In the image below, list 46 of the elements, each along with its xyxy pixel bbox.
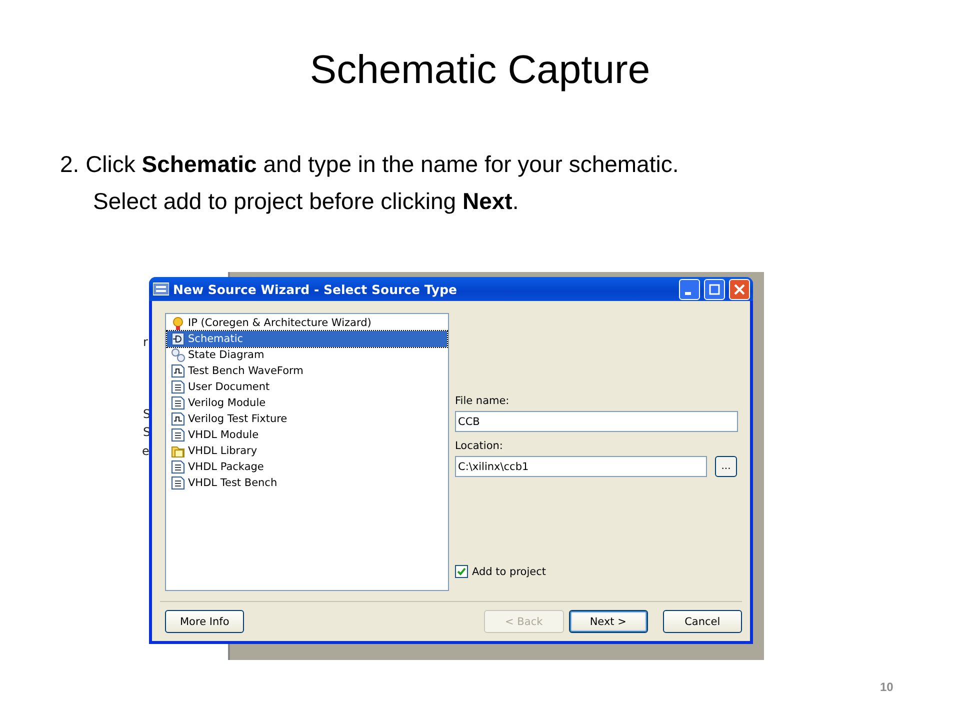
maximize-icon xyxy=(708,282,721,296)
close-icon xyxy=(733,282,746,296)
dialog-button[interactable]: Next > xyxy=(568,610,648,634)
list-item[interactable]: User Document xyxy=(167,379,447,396)
list-item[interactable]: VHDL Package xyxy=(167,459,447,476)
item-icon xyxy=(171,396,185,410)
field-label: File name: xyxy=(455,395,510,408)
item-icon xyxy=(171,428,185,442)
item-icon xyxy=(171,380,185,394)
item-icon xyxy=(171,316,185,330)
dialog-button[interactable]: Cancel xyxy=(662,610,742,634)
input-field[interactable]: CCB xyxy=(455,411,738,432)
item-icon xyxy=(171,348,185,362)
list-item[interactable]: VHDL Test Bench xyxy=(167,475,447,492)
text-fragment: r xyxy=(143,335,148,349)
minimize-button[interactable] xyxy=(679,278,700,300)
field-label: Location: xyxy=(455,440,504,452)
item-icon xyxy=(171,332,185,346)
instruction-text: 2. Click Schematic and type in the name for your schematic. xyxy=(60,150,680,179)
list-item[interactable]: VHDL Library xyxy=(167,443,447,460)
text-fragment: e xyxy=(142,444,150,458)
item-icon xyxy=(171,476,185,490)
item-icon xyxy=(171,412,185,426)
close-button[interactable] xyxy=(729,278,750,300)
list-item[interactable]: IP (Coregen & Architecture Wizard) xyxy=(167,315,447,332)
instruction-text: Select add to project before clicking Next. xyxy=(92,187,520,216)
minimize-icon xyxy=(684,292,690,295)
item-icon xyxy=(171,364,185,378)
list-item[interactable]: Verilog Test Fixture xyxy=(167,411,447,428)
slide-title: Schematic Capture xyxy=(308,47,652,94)
list-item[interactable]: State Diagram xyxy=(167,347,447,364)
list-item[interactable]: Test Bench WaveForm xyxy=(167,363,447,380)
list-item[interactable]: Verilog Module xyxy=(167,395,447,412)
window-title: New Source Wizard - Select Source Type xyxy=(173,282,458,297)
item-icon xyxy=(171,460,185,474)
list-item[interactable]: VHDL Module xyxy=(167,427,447,444)
checkbox-label: Add to project xyxy=(472,566,546,578)
item-icon xyxy=(171,444,185,458)
app-icon xyxy=(153,282,169,296)
checkbox[interactable] xyxy=(455,565,468,578)
maximize-button[interactable] xyxy=(704,278,725,300)
list-item[interactable]: Schematic xyxy=(167,331,447,348)
page-number: 10 xyxy=(880,679,894,696)
browse-button[interactable]: ... xyxy=(715,456,737,478)
input-field[interactable]: C:\xilinx\ccb1 xyxy=(455,456,707,478)
dialog-button[interactable]: More Info xyxy=(165,610,244,634)
